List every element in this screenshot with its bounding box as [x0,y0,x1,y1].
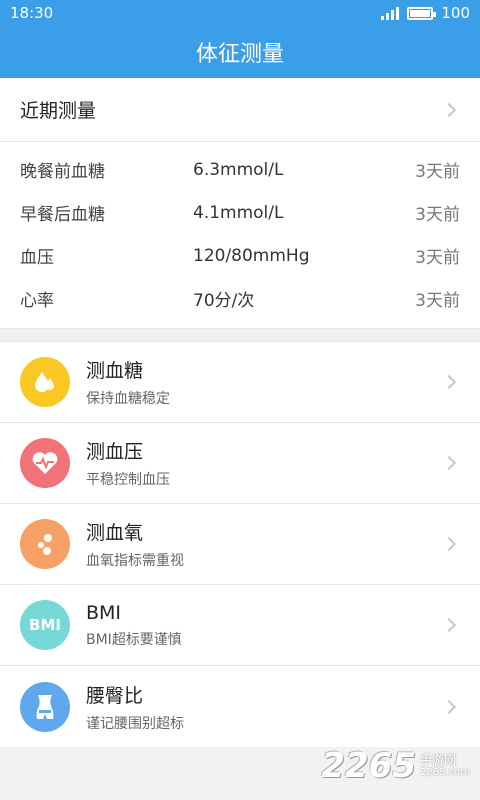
menu-item-subtitle: 血氧指标需重视 [86,553,184,569]
bmi-icon-label: BMI [29,616,61,634]
measurement-list: 晚餐前血糖 6.3mmol/L 3天前 早餐后血糖 4.1mmol/L 3天前 … [0,142,480,328]
section-divider [0,328,480,342]
measurement-value: 70分/次 [193,291,255,311]
menu-item-title: BMI [86,601,122,624]
chevron-right-icon [441,455,457,471]
menu-item-title: 腰臀比 [86,684,144,707]
measurement-row: 早餐后血糖 4.1mmol/L 3天前 [0,191,480,234]
menu-item-subtitle: 平稳控制血压 [86,472,170,488]
measurement-name: 早餐后血糖 [20,205,105,225]
measurement-value: 120/80mmHg [193,245,310,266]
bmi-icon: BMI [20,600,70,650]
chevron-right-icon [441,699,457,714]
measurement-row: 晚餐前血糖 6.3mmol/L 3天前 [0,148,480,191]
watermark-text-top: 手游网 [420,752,457,767]
menu-item-title: 测血压 [86,441,144,463]
chevron-right-icon [441,617,457,633]
chevron-right-icon [441,536,457,552]
menu-item-title: 测血氧 [86,522,144,544]
body-icon [20,681,70,732]
chevron-right-icon [441,374,457,390]
measurement-time: 3天前 [415,205,460,225]
recent-measurements-header[interactable]: 近期测量 [0,78,480,142]
menu-item-blood-pressure[interactable]: 测血压 平稳控制血压 [0,423,480,504]
watermark-text-bottom: 2265.com [420,767,470,779]
measurement-name: 晚餐前血糖 [20,162,105,182]
measure-menu: 测血糖 保持血糖稳定 测血压 平稳控制血压 测血氧 血氧指标需重视 BMI BM… [0,342,480,747]
battery-level: 100 [441,4,470,22]
menu-item-blood-sugar[interactable]: 测血糖 保持血糖稳定 [0,342,480,423]
chevron-right-icon [441,102,457,117]
battery-icon [407,6,437,20]
page-title: 体征测量 [0,26,480,78]
measurement-name: 血压 [20,248,54,268]
recent-measurements-card: 近期测量 晚餐前血糖 6.3mmol/L 3天前 早餐后血糖 4.1mmol/L… [0,78,480,328]
watermark-number: 2265 [321,746,416,786]
measurement-name: 心率 [20,291,54,311]
signal-icon [381,6,400,20]
measurement-row: 血压 120/80mmHg 3天前 [0,234,480,277]
measurement-time: 3天前 [415,162,460,182]
measurement-value: 4.1mmol/L [193,202,284,223]
menu-item-waist-hip[interactable]: 腰臀比 谨记腰围别超标 [0,666,480,747]
status-bar: 18:30 100 [0,0,480,26]
menu-item-bmi[interactable]: BMI BMI BMI超标要谨慎 [0,585,480,666]
measurement-time: 3天前 [415,248,460,268]
menu-item-blood-oxygen[interactable]: 测血氧 血氧指标需重视 [0,504,480,585]
bubbles-icon [20,519,70,569]
menu-item-subtitle: 保持血糖稳定 [86,391,170,407]
measurement-time: 3天前 [415,291,460,311]
status-time: 18:30 [10,4,54,22]
measurement-row: 心率 70分/次 3天前 [0,277,480,320]
menu-item-subtitle: BMI超标要谨慎 [86,631,182,648]
menu-item-subtitle: 谨记腰围别超标 [86,715,184,732]
heart-pulse-icon [20,438,70,488]
water-drop-icon [20,357,70,407]
watermark: 2265 手游网 2265.com [321,746,470,786]
status-indicators: 100 [381,4,470,22]
menu-item-title: 测血糖 [86,360,144,382]
recent-measurements-title: 近期测量 [20,100,97,122]
measurement-value: 6.3mmol/L [193,159,284,180]
